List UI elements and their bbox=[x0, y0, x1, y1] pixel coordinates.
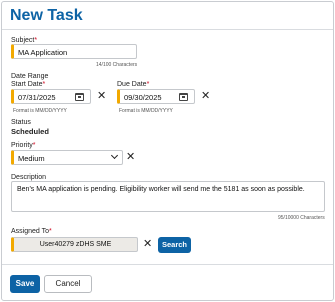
dialog-header: New Task bbox=[2, 2, 333, 30]
start-date-label-text: Start Date bbox=[11, 81, 43, 88]
clear-assigned-to-close-icon[interactable]: ✕ bbox=[143, 239, 152, 250]
due-date-value: 09/30/2025 bbox=[124, 93, 162, 102]
start-date-label: Start Date* bbox=[11, 81, 45, 88]
assigned-to-field[interactable]: User40279 zDHS SME bbox=[11, 237, 138, 252]
clear-due-date-close-icon[interactable]: ✕ bbox=[201, 91, 210, 102]
assigned-to-label: Assigned To* bbox=[11, 228, 52, 235]
due-date-format-hint: Format is MM/DD/YYYY bbox=[119, 108, 173, 114]
cancel-button[interactable]: Cancel bbox=[44, 275, 92, 293]
calendar-icon[interactable] bbox=[179, 93, 188, 101]
due-date-label: Due Date* bbox=[117, 81, 149, 88]
date-range-label: Date Range bbox=[11, 73, 49, 80]
start-date-value: 07/31/2025 bbox=[18, 93, 56, 102]
priority-select[interactable]: Medium bbox=[11, 150, 123, 165]
priority-label: Priority* bbox=[11, 142, 36, 149]
subject-character-counter: 14/100 Characters bbox=[96, 62, 138, 68]
priority-label-text: Priority bbox=[11, 142, 33, 149]
start-date-input[interactable]: 07/31/2025 bbox=[11, 89, 91, 104]
dialog-footer: Save Cancel bbox=[2, 264, 333, 300]
subject-input[interactable]: MA Application bbox=[11, 44, 137, 59]
status-value: Scheduled bbox=[11, 127, 49, 136]
required-mark: * bbox=[32, 142, 36, 149]
status-label: Status bbox=[11, 119, 31, 126]
chevron-down-icon bbox=[110, 151, 119, 160]
required-mark: * bbox=[34, 37, 38, 44]
description-label: Description bbox=[11, 174, 47, 181]
required-mark: * bbox=[42, 81, 46, 88]
subject-label: Subject* bbox=[11, 37, 37, 44]
save-button[interactable]: Save bbox=[10, 275, 40, 293]
clear-start-date-close-icon[interactable]: ✕ bbox=[97, 91, 106, 102]
due-date-label-text: Due Date bbox=[117, 81, 147, 88]
priority-selected-value: Medium bbox=[18, 154, 45, 163]
clear-priority-close-icon[interactable]: ✕ bbox=[126, 152, 135, 163]
subject-label-text: Subject bbox=[11, 37, 35, 44]
start-date-format-hint: Format is MM/DD/YYYY bbox=[13, 108, 67, 114]
description-textarea[interactable]: Ben's MA application is pending. Eligibi… bbox=[11, 181, 325, 212]
search-button[interactable]: Search bbox=[158, 237, 191, 253]
dialog-title: New Task bbox=[10, 7, 83, 24]
description-character-counter: 95/10000 Characters bbox=[278, 215, 325, 221]
due-date-input[interactable]: 09/30/2025 bbox=[117, 89, 195, 104]
new-task-dialog: New Task Subject* MA Application 14/100 … bbox=[1, 1, 334, 301]
required-mark: * bbox=[146, 81, 150, 88]
assigned-to-label-text: Assigned To bbox=[11, 228, 50, 235]
calendar-icon[interactable] bbox=[75, 93, 84, 101]
required-mark: * bbox=[49, 228, 52, 235]
